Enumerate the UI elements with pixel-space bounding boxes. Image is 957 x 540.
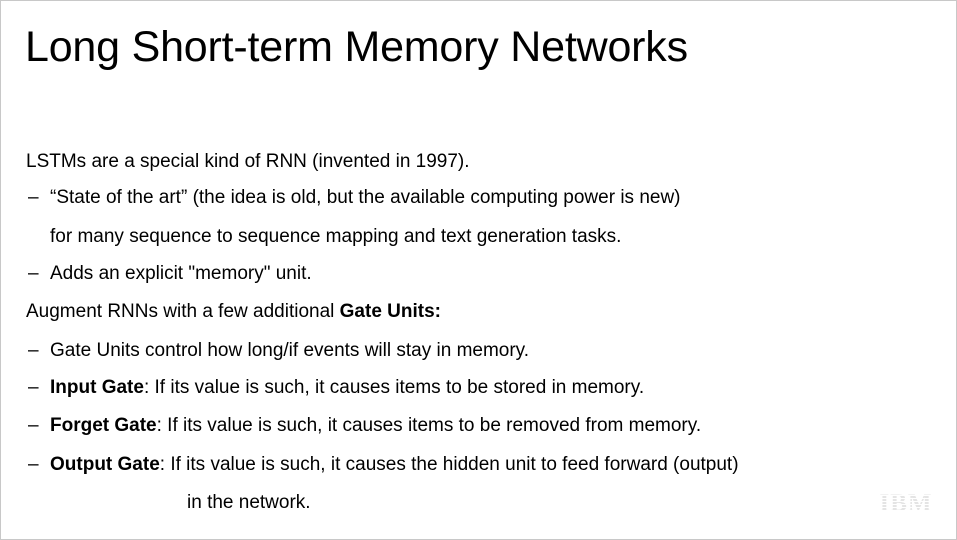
bullet-dash: – [28, 340, 39, 361]
forget-gate-label: Forget Gate [50, 415, 157, 436]
bullet-output-gate: Output Gate: If its value is such, it ca… [50, 453, 739, 477]
intro-text: LSTMs are a special kind of RNN (invente… [26, 151, 470, 172]
bullet-state-of-art: “State of the art” (the idea is old, but… [50, 187, 681, 208]
bullet-forget-gate: Forget Gate: If its value is such, it ca… [50, 414, 701, 438]
bullet-input-gate: Input Gate: If its value is such, it cau… [50, 376, 644, 400]
bullet-dash: – [28, 415, 39, 436]
bullet-state-of-art-cont: for many sequence to sequence mapping an… [50, 226, 622, 247]
ibm-logo: IBM [880, 490, 933, 514]
bullet-dash: – [28, 187, 39, 208]
augment-bold: Gate Units: [339, 301, 442, 322]
bullet-dash: – [28, 454, 39, 475]
output-gate-label: Output Gate [50, 454, 160, 475]
bullet-gate-control: Gate Units control how long/if events wi… [50, 340, 530, 361]
svg-text:IBM: IBM [880, 490, 933, 514]
bullet-memory-unit: Adds an explicit "memory" unit. [50, 263, 312, 284]
bullet-dash: – [28, 263, 39, 284]
input-gate-label: Input Gate [50, 377, 144, 398]
bullet-dash: – [28, 377, 39, 398]
input-gate-desc: : If its value is such, it causes items … [143, 377, 645, 398]
forget-gate-desc: : If its value is such, it causes items … [156, 415, 702, 436]
slide: Long Short-term Memory Networks LSTMs ar… [0, 0, 957, 540]
augment-text: Augment RNNs with a few additional Gate … [26, 300, 441, 324]
augment-plain: Augment RNNs with a few additional [26, 301, 340, 322]
output-gate-desc: : If its value is such, it causes the hi… [159, 454, 739, 475]
slide-title: Long Short-term Memory Networks [25, 23, 688, 71]
bullet-output-gate-cont: in the network. [187, 492, 311, 513]
